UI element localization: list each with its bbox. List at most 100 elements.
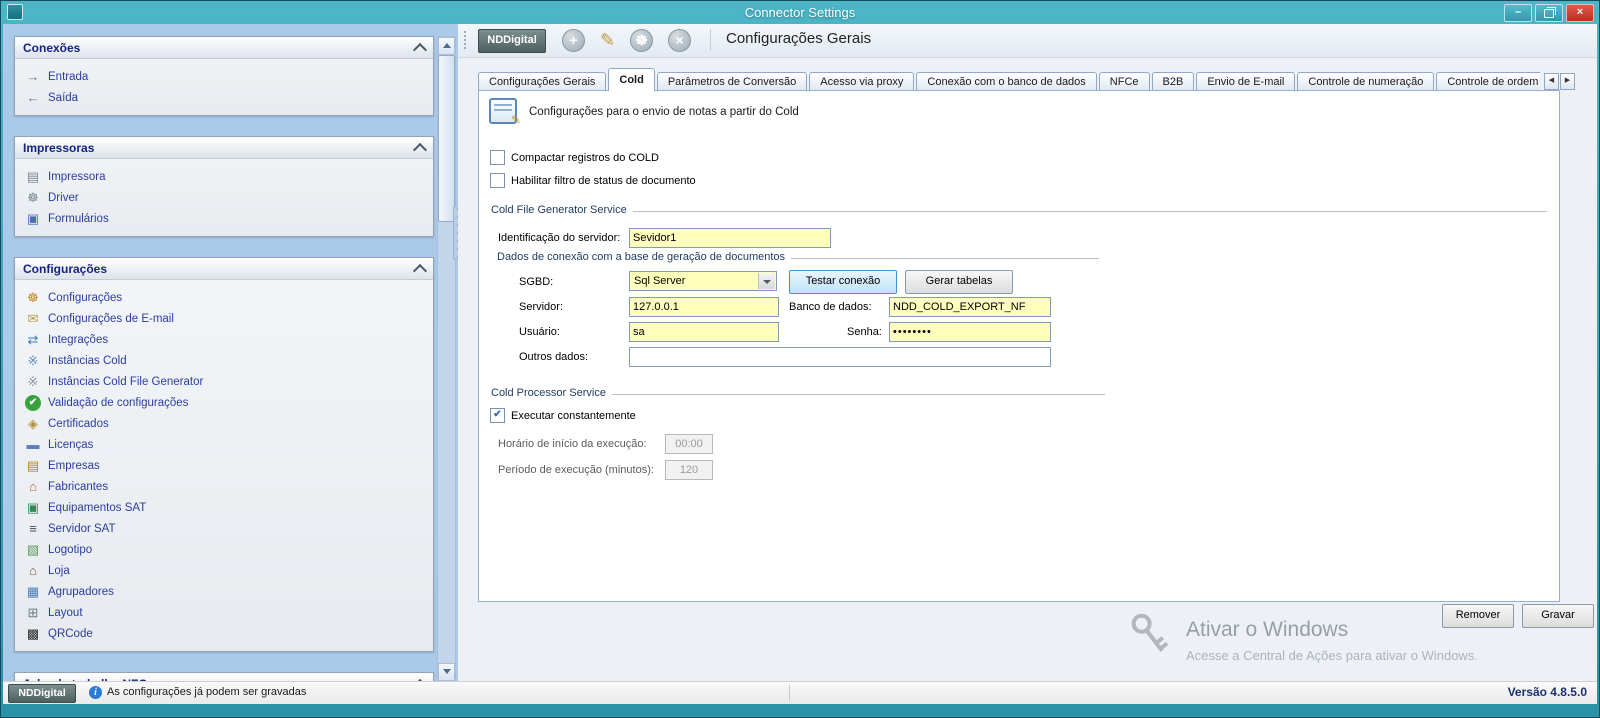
collapse-chevron-icon[interactable] [413,42,427,56]
sidebar-item-instancias-cold-file-generator[interactable]: ※Instâncias Cold File Generator [15,371,433,392]
sidebar-item-instancias-cold[interactable]: ※Instâncias Cold [15,350,433,371]
sidebar-item-certificados[interactable]: ◈Certificados [15,413,433,434]
tab-conexao-com-o-banco-de-dados[interactable]: Conexão com o banco de dados [916,72,1096,91]
sidebar-section-conexoes: Conexões →Entrada←Saída [14,36,434,116]
sidebar-item-qrcode[interactable]: ▩QRCode [15,623,433,644]
cancel-icon[interactable]: × [668,29,691,52]
tab-b2b[interactable]: B2B [1152,72,1195,91]
sidebar-item-configuracoes[interactable]: ☸ Configurações [15,287,433,308]
tab-scroll-prev-button[interactable]: ◀ [1544,73,1559,90]
tab-controle-de-ordem-d[interactable]: Controle de ordem d [1436,72,1540,91]
test-connection-button[interactable]: Testar conexão [789,270,897,294]
triangle-down-icon [443,669,451,674]
remove-button[interactable]: Remover [1442,604,1514,628]
layout-icon: ⊞ [25,605,41,621]
maximize-restore-button[interactable] [1535,4,1563,22]
sgbd-dropdown[interactable]: Sql Server [629,271,777,291]
sidebar-item-label: Equipamentos SAT [48,502,146,514]
output-icon: ← [25,90,41,106]
edit-icon[interactable]: ✎ [600,30,615,51]
user-field[interactable] [629,322,779,342]
sidebar-item-layout[interactable]: ⊞Layout [15,602,433,623]
sidebar-item-formularios[interactable]: ▣Formulários [15,208,433,229]
database-field[interactable] [889,297,1051,317]
section-title: Conexões [23,41,80,55]
sidebar-item-label: Instâncias Cold [48,355,127,367]
status-filter-checkbox[interactable] [490,173,505,188]
password-field[interactable] [889,322,1051,342]
chevron-down-icon[interactable] [758,273,775,289]
manufacturers-icon: ⌂ [25,479,41,495]
sidebar-item-label: Servidor SAT [48,523,116,535]
sat-equipment-icon: ▣ [25,500,41,516]
close-button[interactable]: × [1566,4,1594,22]
gear-icon[interactable]: ☸ [630,29,653,52]
tab-acesso-via-proxy[interactable]: Acesso via proxy [809,72,914,91]
collapse-chevron-icon[interactable] [413,263,427,277]
sidebar-item-equipamentos-sat[interactable]: ▣ Equipamentos SAT [15,497,433,518]
section-header-conexoes[interactable]: Conexões [15,37,433,59]
section-title: Configurações [23,262,107,276]
sidebar-item-fabricantes[interactable]: ⌂Fabricantes [15,476,433,497]
sidebar-item-label: Integrações [48,334,108,346]
add-icon[interactable]: + [562,29,585,52]
run-constantly-checkbox[interactable]: ✔ [490,408,505,423]
tab-scroll-next-button[interactable]: ▶ [1560,73,1575,90]
sidebar-item-impressora[interactable]: ▤Impressora [15,166,433,187]
sidebar-item-logotipo[interactable]: ▧Logotipo [15,539,433,560]
section-header-configuracoes[interactable]: Configurações [15,258,433,280]
server-id-field[interactable] [629,228,831,248]
cold-processor-group: Cold Processor Service [491,387,1105,399]
sidebar-item-agrupadores[interactable]: ▦Agrupadores [15,581,433,602]
sgbd-label: SGBD: [519,276,553,288]
input-icon: → [25,69,41,85]
tab-strip: Configurações GeraisColdParâmetros de Co… [478,68,1540,91]
main-area: NDDigital + ✎ ☸ × Configurações Gerais Conf… [458,24,1597,682]
save-button[interactable]: Gravar [1522,604,1594,628]
sidebar-item-servidor-sat[interactable]: ≡ Servidor SAT [15,518,433,539]
create-tables-button[interactable]: Gerar tabelas [905,270,1013,294]
sidebar-item-licencas[interactable]: ▬Licenças [15,434,433,455]
sidebar-item-empresas[interactable]: ▤Empresas [15,455,433,476]
sidebar-item-entrada[interactable]: →Entrada [15,66,433,87]
page-title: Configurações Gerais [726,30,871,47]
sidebar-item-loja[interactable]: ⌂Loja [15,560,433,581]
scrollbar-thumb[interactable] [438,55,455,222]
sidebar-item-configuracoes-de-e-mail[interactable]: ✉Configurações de E-mail [15,308,433,329]
scroll-up-button[interactable] [438,37,455,55]
settings-icon: ☸ [25,290,41,306]
window-title: Connector Settings [0,5,1600,20]
server-field[interactable] [629,297,779,317]
tab-envio-de-e-mail[interactable]: Envio de E-mail [1196,72,1295,91]
cold-file-generator-group: Cold File Generator Service [491,204,1547,216]
sidebar-item-label: Empresas [48,460,100,472]
sidebar-item-saida[interactable]: ←Saída [15,87,433,108]
section-header-impressoras[interactable]: Impressoras [15,137,433,159]
nddigital-brand-button[interactable]: NDDigital [478,29,546,53]
tab-configuracoes-gerais[interactable]: Configurações Gerais [478,72,606,91]
group-rule [791,258,1099,259]
sidebar-item-label: Configurações de E-mail [48,313,174,325]
sidebar-item-label: Certificados [48,418,109,430]
tab-cold[interactable]: Cold [608,68,654,91]
status-message: As configurações já podem ser gravadas [107,686,306,698]
sidebar-item-label: Configurações [48,292,122,304]
compact-cold-checkbox[interactable] [490,150,505,165]
sidebar-item-driver[interactable]: ☸Driver [15,187,433,208]
tab-scroll-buttons: ◀ ▶ [1544,73,1575,90]
sat-server-icon: ≡ [25,521,41,537]
tab-controle-de-numeracao[interactable]: Controle de numeração [1297,72,1434,91]
printer-icon: ▤ [25,169,41,185]
sidebar-item-integracoes[interactable]: ⇄Integrações [15,329,433,350]
collapse-chevron-icon[interactable] [413,142,427,156]
start-time-field [665,434,713,454]
minimize-button[interactable]: – [1504,4,1532,22]
scroll-down-button[interactable] [438,663,455,681]
sidebar-scrollbar[interactable] [437,36,456,682]
sidebar-item-label: Agrupadores [48,586,114,598]
tab-parametros-de-conversao[interactable]: Parâmetros de Conversão [657,72,807,91]
sidebar-item-validacao-de-configuracoes[interactable]: ✔Validação de configurações [15,392,433,413]
tab-nfce[interactable]: NFCe [1099,72,1150,91]
toolbar-grip[interactable] [463,30,467,51]
other-data-field[interactable] [629,347,1051,367]
